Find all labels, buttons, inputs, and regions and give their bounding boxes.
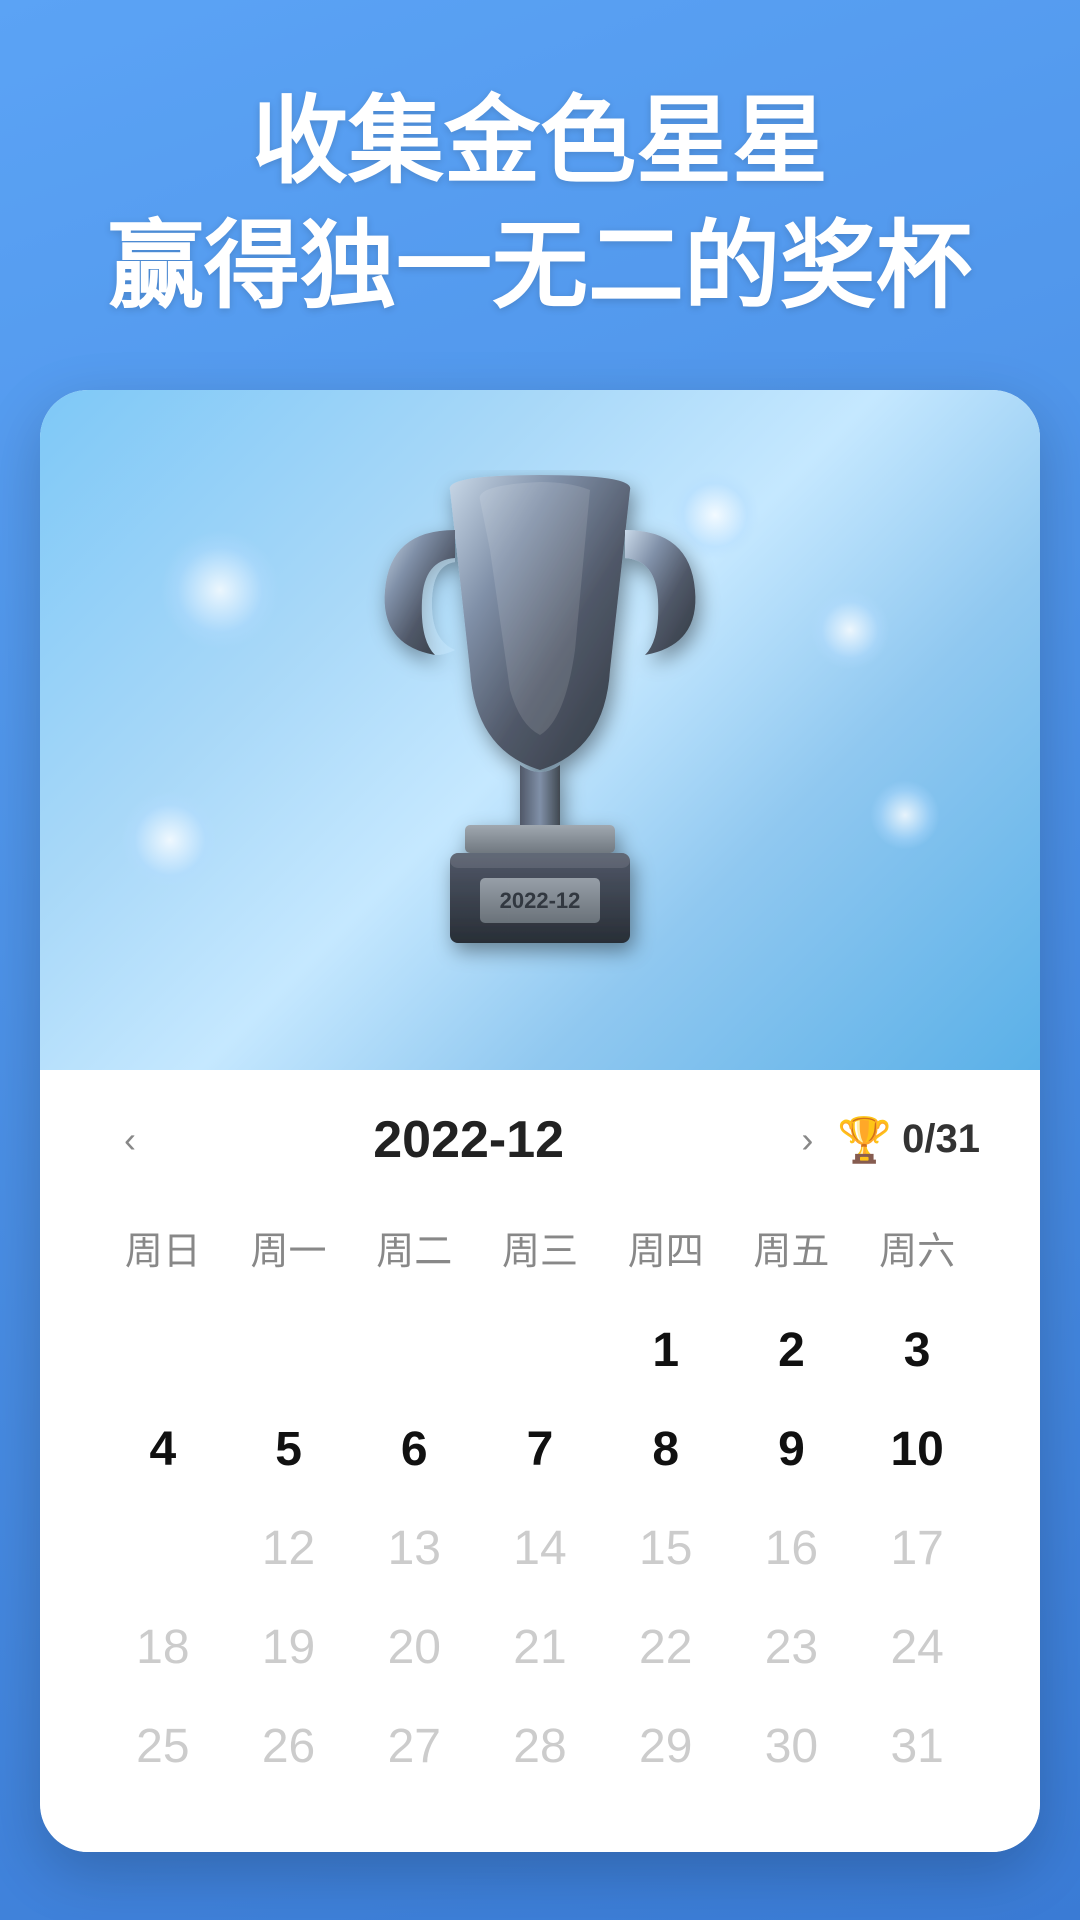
calendar-day[interactable]: 21: [477, 1602, 603, 1693]
calendar-day: [477, 1305, 603, 1396]
calendar-day: [100, 1305, 226, 1396]
calendar-day[interactable]: 27: [351, 1701, 477, 1792]
calendar-day[interactable]: 25: [100, 1701, 226, 1792]
weekday-header: 周日 周一 周二 周三 周四 周五 周六: [100, 1210, 980, 1285]
calendar-day[interactable]: 26: [226, 1701, 352, 1792]
calendar-day[interactable]: 15: [603, 1503, 729, 1594]
calendar-day[interactable]: 8: [603, 1404, 729, 1495]
calendar-day[interactable]: 16: [729, 1503, 855, 1594]
calendar-day[interactable]: 9: [729, 1404, 855, 1495]
weekday-sun: 周日: [100, 1210, 226, 1285]
calendar-day[interactable]: 13: [351, 1503, 477, 1594]
calendar-day: [226, 1305, 352, 1396]
glow-dot-4: [870, 780, 940, 850]
calendar-day[interactable]: 31: [854, 1701, 980, 1792]
calendar-day[interactable]: 5: [226, 1404, 352, 1495]
trophy-section: 2022-12: [40, 390, 1040, 1070]
calendar-header: ‹ 2022-12 › 🏆 0/31: [100, 1110, 980, 1170]
weekday-fri: 周五: [729, 1210, 855, 1285]
calendar-day[interactable]: 4: [100, 1404, 226, 1495]
weekday-wed: 周三: [477, 1210, 603, 1285]
calendar-day[interactable]: 20: [351, 1602, 477, 1693]
calendar-day[interactable]: 1: [603, 1305, 729, 1396]
glow-dot-3: [120, 790, 220, 890]
calendar-day[interactable]: 10: [854, 1404, 980, 1495]
calendar-section: ‹ 2022-12 › 🏆 0/31 周日 周一 周二 周三 周四 周五 周六 …: [40, 1070, 1040, 1852]
trophy-count-label: 0/31: [902, 1117, 980, 1162]
calendar-day: [351, 1305, 477, 1396]
weekday-sat: 周六: [854, 1210, 980, 1285]
calendar-day[interactable]: 3: [854, 1305, 980, 1396]
weekday-thu: 周四: [603, 1210, 729, 1285]
header-line1: 收集金色星星: [252, 88, 828, 195]
calendar-day[interactable]: 28: [477, 1701, 603, 1792]
glow-dot-2: [810, 590, 890, 670]
main-card: 2022-12 ‹ 2022-12 › 🏆 0/31 周日 周一 周二 周三 周…: [40, 390, 1040, 1852]
calendar-day[interactable]: 24: [854, 1602, 980, 1693]
calendar-day[interactable]: 17: [854, 1503, 980, 1594]
calendar-grid: 1234567891011121314151617181920212223242…: [100, 1305, 980, 1792]
calendar-day[interactable]: 29: [603, 1701, 729, 1792]
calendar-day[interactable]: 23: [729, 1602, 855, 1693]
prev-month-button[interactable]: ‹: [100, 1110, 160, 1170]
header-section: 收集金色星星 赢得独一无二的奖杯: [0, 0, 1080, 390]
calendar-day[interactable]: 30: [729, 1701, 855, 1792]
trophy-image: 2022-12: [350, 470, 730, 990]
glow-dot-1: [160, 530, 280, 650]
calendar-day[interactable]: 11: [100, 1503, 226, 1594]
calendar-day[interactable]: 18: [100, 1602, 226, 1693]
weekday-tue: 周二: [351, 1210, 477, 1285]
header-title: 收集金色星星 赢得独一无二的奖杯: [0, 80, 1080, 330]
month-label: 2022-12: [160, 1110, 777, 1170]
header-line2: 赢得独一无二的奖杯: [108, 213, 972, 320]
next-month-button[interactable]: ›: [777, 1110, 837, 1170]
calendar-day[interactable]: 22: [603, 1602, 729, 1693]
calendar-day[interactable]: 14: [477, 1503, 603, 1594]
calendar-day[interactable]: 12: [226, 1503, 352, 1594]
calendar-day[interactable]: 6: [351, 1404, 477, 1495]
calendar-day[interactable]: 7: [477, 1404, 603, 1495]
svg-text:2022-12: 2022-12: [500, 888, 581, 913]
trophy-count: 🏆 0/31: [837, 1114, 980, 1166]
calendar-day[interactable]: 19: [226, 1602, 352, 1693]
calendar-day[interactable]: 2: [729, 1305, 855, 1396]
trophy-count-icon: 🏆: [837, 1114, 892, 1166]
weekday-mon: 周一: [226, 1210, 352, 1285]
